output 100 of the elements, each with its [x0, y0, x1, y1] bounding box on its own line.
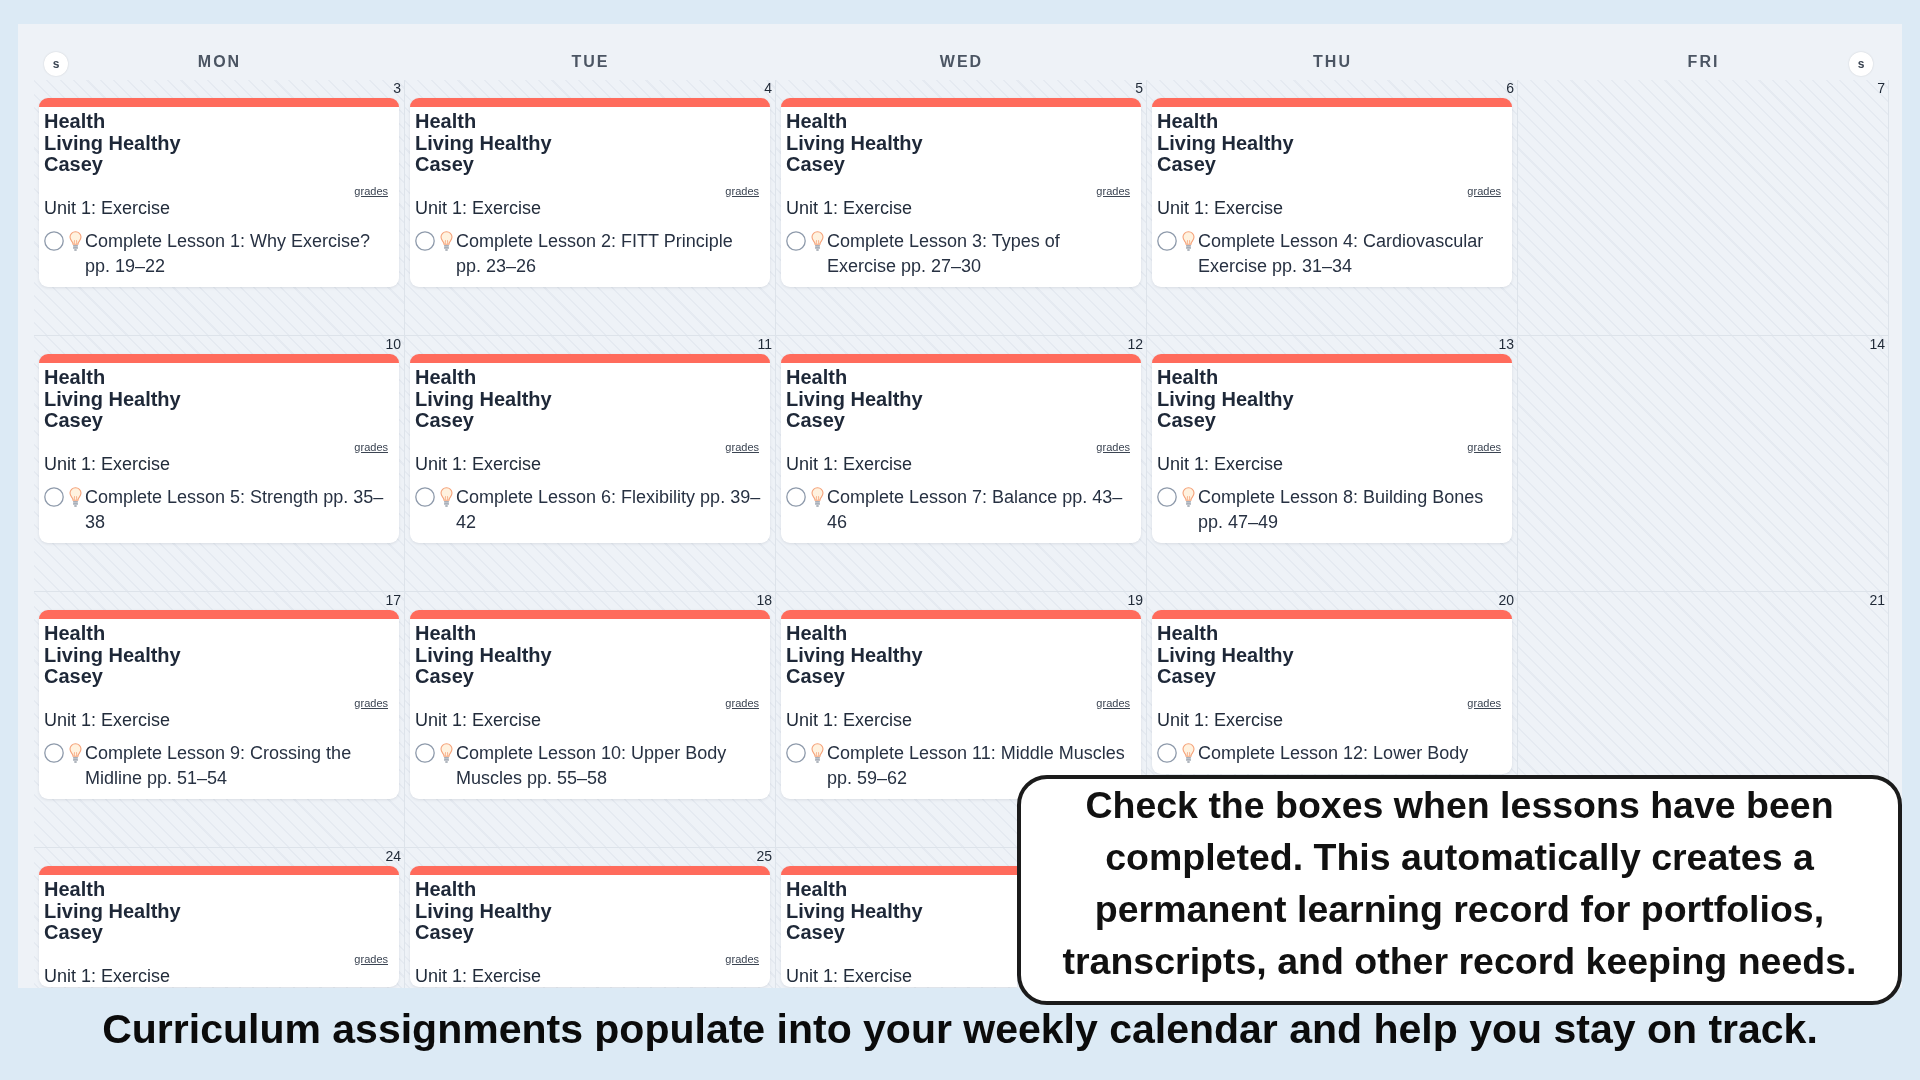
course-title: Living Healthy	[415, 900, 553, 922]
date-number: 18	[756, 592, 772, 608]
date-number: 4	[764, 80, 772, 96]
grades-link[interactable]: grades	[1096, 440, 1130, 453]
event-card[interactable]: Health Living Healthy Casey grades Unit 1: Exercise Complete Lesson 10: Upper Body Muscles pp. 55–58	[410, 610, 770, 799]
subject-title: Health	[44, 111, 107, 133]
day-label: MON	[197, 53, 242, 71]
date-number: 5	[1135, 80, 1143, 96]
subject-title: Health	[44, 367, 107, 389]
course-title: Living Healthy	[786, 132, 924, 154]
subject-title: Health	[786, 623, 849, 645]
grades-link[interactable]: grades	[1467, 440, 1501, 453]
day-label: FRI	[1687, 53, 1720, 71]
task-checkbox[interactable]	[1157, 743, 1177, 763]
subject-title: Health	[415, 111, 478, 133]
lightbulb-icon	[440, 743, 453, 763]
course-title: Living Healthy	[44, 132, 182, 154]
grades-link[interactable]: grades	[354, 184, 388, 197]
unit-label: Unit 1: Exercise	[786, 196, 914, 219]
task-checkbox[interactable]	[786, 231, 806, 251]
task-checkbox[interactable]	[1157, 487, 1177, 507]
subject-title: Health	[1157, 111, 1220, 133]
event-card[interactable]: Health Living Healthy Casey grades Unit 1: Exercise Complete Lesson 4: Cardiovascular Exercise pp. 31–34	[1152, 98, 1512, 287]
course-title: Living Healthy	[1157, 132, 1295, 154]
task-text: Complete Lesson 4: Cardiovascular Exercise pp. 31–34	[1198, 229, 1485, 278]
event-card[interactable]: Health Living Healthy Casey grades Unit 1: Exercise	[39, 866, 399, 987]
subject-title: Health	[1157, 623, 1220, 645]
lightbulb-icon	[811, 231, 824, 251]
event-card[interactable]: Health Living Healthy Casey grades Unit 1: Exercise	[410, 866, 770, 987]
task-text: Complete Lesson 3: Types of Exercise pp. 27–30	[827, 229, 1061, 278]
student-name: Casey	[415, 666, 475, 688]
subject-title: Health	[44, 879, 107, 901]
event-card[interactable]: Health Living Healthy Casey grades Unit 1: Exercise Complete Lesson 12: Lower Body	[1152, 610, 1512, 774]
unit-label: Unit 1: Exercise	[44, 452, 172, 475]
task-checkbox[interactable]	[786, 743, 806, 763]
weekend-toggle[interactable]: s	[1849, 52, 1873, 76]
day-label: THU	[1313, 53, 1352, 71]
task-checkbox[interactable]	[44, 231, 64, 251]
unit-label: Unit 1: Exercise	[415, 452, 543, 475]
subject-title: Health	[415, 879, 478, 901]
lightbulb-icon	[69, 743, 82, 763]
event-card[interactable]: Health Living Healthy Casey grades Unit 1: Exercise Complete Lesson 5: Strength pp. 35–38	[39, 354, 399, 543]
event-card[interactable]: Health Living Healthy Casey grades Unit 1: Exercise Complete Lesson 1: Why Exercise? pp. 19–22	[39, 98, 399, 287]
task-text: Complete Lesson 10: Upper Body Muscles pp. 55–58	[456, 741, 728, 790]
date-number: 21	[1869, 592, 1885, 608]
task-text: Complete Lesson 6: Flexibility pp. 39–42	[456, 485, 762, 534]
event-card[interactable]: Health Living Healthy Casey grades Unit 1: Exercise Complete Lesson 8: Building Bones pp. 47–49	[1152, 354, 1512, 543]
task-checkbox[interactable]	[415, 487, 435, 507]
date-number: 19	[1127, 592, 1143, 608]
lightbulb-icon	[440, 231, 453, 251]
task-checkbox[interactable]	[415, 231, 435, 251]
date-number: 17	[385, 592, 401, 608]
unit-label: Unit 1: Exercise	[415, 964, 543, 987]
date-number: 7	[1877, 80, 1885, 96]
date-number: 24	[385, 848, 401, 864]
unit-label: Unit 1: Exercise	[786, 452, 914, 475]
grades-link[interactable]: grades	[354, 952, 388, 965]
task-checkbox[interactable]	[415, 743, 435, 763]
subject-title: Health	[415, 367, 478, 389]
unit-label: Unit 1: Exercise	[1157, 196, 1285, 219]
date-number: 10	[385, 336, 401, 352]
subject-title: Health	[786, 367, 849, 389]
task-checkbox[interactable]	[44, 487, 64, 507]
task-checkbox[interactable]	[786, 487, 806, 507]
student-name: Casey	[415, 410, 475, 432]
student-name: Casey	[44, 666, 104, 688]
task-checkbox[interactable]	[44, 743, 64, 763]
grades-link[interactable]: grades	[725, 440, 759, 453]
subject-title: Health	[1157, 367, 1220, 389]
grades-link[interactable]: grades	[354, 696, 388, 709]
student-name: Casey	[44, 410, 104, 432]
student-name: Casey	[415, 922, 475, 944]
date-number: 14	[1869, 336, 1885, 352]
course-title: Living Healthy	[1157, 388, 1295, 410]
event-card[interactable]: Health Living Healthy Casey grades Unit 1: Exercise Complete Lesson 7: Balance pp. 43–46	[781, 354, 1141, 543]
event-card[interactable]: Health Living Healthy Casey Unit 1: Exercise	[781, 866, 1017, 987]
grades-link[interactable]: grades	[1467, 184, 1501, 197]
grades-link[interactable]: grades	[725, 184, 759, 197]
grades-link[interactable]: grades	[354, 440, 388, 453]
student-name: Casey	[786, 922, 846, 944]
weekend-toggle[interactable]: s	[44, 52, 68, 76]
grades-link[interactable]: grades	[1467, 696, 1501, 709]
student-name: Casey	[786, 154, 846, 176]
grades-link[interactable]: grades	[725, 696, 759, 709]
event-card[interactable]: Health Living Healthy Casey grades Unit 1: Exercise Complete Lesson 6: Flexibility pp. 39–42	[410, 354, 770, 543]
event-card[interactable]: Health Living Healthy Casey grades Unit 1: Exercise Complete Lesson 2: FITT Principle pp. 23–26	[410, 98, 770, 287]
grades-link[interactable]: grades	[725, 952, 759, 965]
unit-label: Unit 1: Exercise	[44, 196, 172, 219]
grades-link[interactable]: grades	[1096, 696, 1130, 709]
grades-link[interactable]: grades	[1096, 184, 1130, 197]
event-card[interactable]: Health Living Healthy Casey grades Unit 1: Exercise Complete Lesson 3: Types of Exercise pp. 27–30	[781, 98, 1141, 287]
day-label: TUE	[571, 53, 610, 71]
unit-label: Unit 1: Exercise	[1157, 452, 1285, 475]
task-text: Complete Lesson 7: Balance pp. 43–46	[827, 485, 1124, 534]
student-name: Casey	[1157, 154, 1217, 176]
unit-label: Unit 1: Exercise	[44, 964, 172, 987]
course-title: Living Healthy	[786, 900, 924, 922]
lightbulb-icon	[1182, 231, 1195, 251]
task-checkbox[interactable]	[1157, 231, 1177, 251]
event-card[interactable]: Health Living Healthy Casey grades Unit 1: Exercise Complete Lesson 9: Crossing the Midline pp. 51–54	[39, 610, 399, 799]
